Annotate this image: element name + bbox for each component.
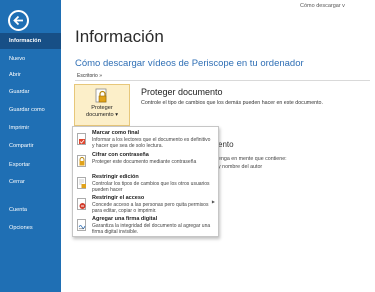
inspect-heading-fragment: ento [218,140,234,149]
sidebar-item-guardar-como[interactable]: Guardar como [0,102,61,118]
sidebar-item-informacion[interactable]: Información [0,33,61,49]
sidebar-item-imprimir[interactable]: Imprimir [0,120,61,136]
menu-item-description: Proteger este documento mediante contras… [92,159,197,165]
menu-item-mark-as-final[interactable]: Marcar como final Informar a los lectore… [73,129,218,151]
final-document-icon [77,132,87,145]
menu-item-title: Agregar una firma digital [92,216,158,222]
sidebar-item-cerrar[interactable]: Cerrar [0,174,61,190]
section-description: Controle el tipo de cambios que los demá… [141,100,323,106]
inspect-text-line: y nombre del autor [218,164,263,170]
menu-item-add-digital-signature[interactable]: Agregar una firma digital Garantiza la i… [73,215,218,237]
inspect-text-line: enga en mente que contiene: [218,156,287,162]
restrict-access-icon [77,197,87,210]
sidebar-item-exportar[interactable]: Exportar [0,157,61,173]
divider [75,80,370,81]
sidebar-item-compartir[interactable]: Compartir [0,138,61,154]
lock-icon [77,154,87,167]
menu-item-description: Concede acceso a las personas pero quita… [92,202,209,214]
sidebar-item-abrir[interactable]: Abrir [0,67,61,83]
submenu-arrow-icon: ▶ [211,199,215,204]
protect-document-menu: Marcar como final Informar a los lectore… [72,126,219,237]
protect-document-label: Proteger documento ▾ [85,105,119,118]
document-title: Cómo descargar vídeos de Periscope en tu… [75,58,304,69]
menu-item-title: Cifrar con contraseña [92,152,149,158]
menu-item-encrypt-password[interactable]: Cifrar con contraseña Proteger este docu… [73,151,218,173]
restrict-editing-icon [77,176,87,189]
sidebar-item-nuevo[interactable]: Nuevo [0,51,61,67]
menu-item-title: Restringir edición [92,174,139,180]
menu-item-description: Informar a los lectores que el documento… [92,137,211,149]
backstage-sidebar: Información Nuevo Abrir Guardar Guardar … [0,0,61,292]
menu-item-restrict-access[interactable]: Restringir el acceso Concede acceso a la… [73,194,218,216]
back-arrow-icon[interactable] [8,10,29,31]
protect-document-button[interactable]: Proteger documento ▾ [74,84,130,126]
menu-item-description: Garantiza la integridad del documento al… [92,223,211,235]
breadcrumb[interactable]: Escritorio » [77,73,102,79]
sidebar-item-cuenta[interactable]: Cuenta [0,202,61,218]
window-title: Cómo descargar v [300,3,345,9]
sidebar-item-opciones[interactable]: Opciones [0,220,61,236]
menu-item-description: Controlar los tipos de cambios que los o… [92,181,210,193]
section-title: Proteger documento [141,87,223,97]
digital-signature-icon [77,218,87,231]
menu-item-restrict-editing[interactable]: Restringir edición Controlar los tipos d… [73,173,218,195]
page-title: Información [75,27,164,46]
menu-item-title: Restringir el acceso [92,195,145,201]
sidebar-item-guardar[interactable]: Guardar [0,84,61,100]
menu-item-title: Marcar como final [92,130,140,136]
